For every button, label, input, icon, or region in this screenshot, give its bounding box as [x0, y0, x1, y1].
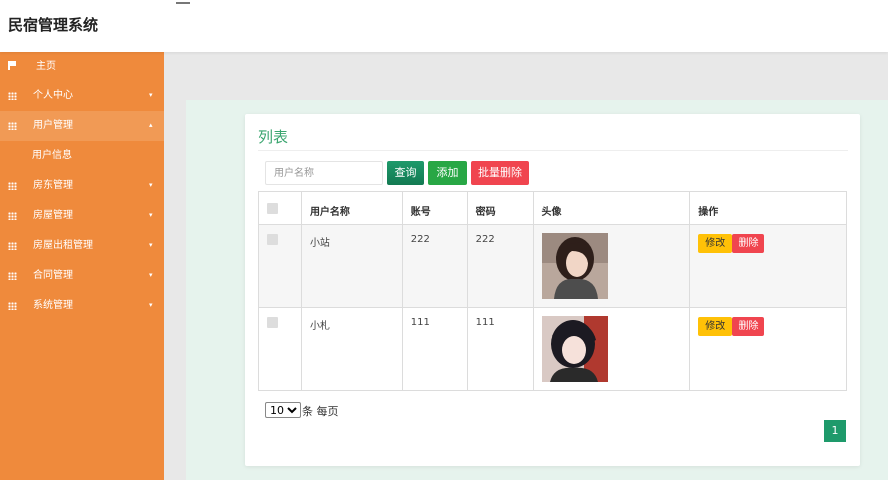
app-title: 民宿管理系统: [8, 16, 99, 34]
password-cell: 111: [466, 307, 534, 391]
delete-button[interactable]: 删除: [732, 317, 765, 336]
sidebar-subitem-user-info[interactable]: 用户信息: [0, 141, 164, 171]
sidebar-item-user-management[interactable]: 用户管理 ▴: [0, 111, 164, 141]
page-1-button[interactable]: 1: [824, 420, 846, 442]
search-input[interactable]: [265, 161, 383, 185]
user-name-cell: 小札: [300, 307, 403, 391]
add-button[interactable]: 添加: [428, 161, 467, 185]
account-cell: 111: [401, 307, 468, 391]
sidebar-item-label: 主页: [36, 61, 56, 72]
page-size-select[interactable]: 10: [265, 402, 301, 418]
grid-icon: [8, 171, 17, 201]
row-checkbox[interactable]: [267, 317, 278, 328]
actions-cell: 修改 删除: [689, 224, 847, 308]
sidebar-item-landlord-management[interactable]: 房东管理 ▾: [0, 171, 164, 201]
grid-icon: [8, 111, 17, 141]
query-button[interactable]: 查询: [387, 161, 424, 185]
sidebar-item-contract-management[interactable]: 合同管理 ▾: [0, 261, 164, 291]
page-size-label: 条 每页: [302, 405, 339, 418]
actions-cell: 修改 删除: [689, 307, 847, 391]
column-header: 头像: [532, 191, 691, 225]
sidebar-item-label: 系统管理: [33, 300, 73, 311]
caret-up-icon: ▴: [149, 121, 153, 129]
list-card: 列表 查询 添加 批量删除 用户名称 账号 密码 头像 操作 小站 222 22…: [245, 114, 860, 466]
row-select-cell: [258, 224, 302, 308]
table-row: 小站 222 222 修改 删除: [258, 224, 847, 308]
sidebar-item-label: 用户管理: [33, 120, 73, 131]
caret-down-icon: ▾: [149, 211, 153, 219]
sidebar-item-system-management[interactable]: 系统管理 ▾: [0, 291, 164, 321]
flag-icon: [8, 52, 16, 81]
table-row: 小札 111 111 修改 删除: [258, 307, 847, 391]
column-header: 操作: [689, 191, 847, 225]
select-all-cell: [258, 191, 302, 225]
account-cell: 222: [401, 224, 468, 308]
sidebar-item-rental-management[interactable]: 房屋出租管理 ▾: [0, 231, 164, 261]
avatar-cell: [532, 224, 691, 308]
batch-delete-button[interactable]: 批量删除: [471, 161, 529, 185]
caret-down-icon: ▾: [149, 91, 153, 99]
select-all-checkbox[interactable]: [267, 203, 278, 214]
table-header-row: 用户名称 账号 密码 头像 操作: [258, 191, 847, 225]
edit-button[interactable]: 修改: [698, 234, 733, 253]
sidebar-item-house-management[interactable]: 房屋管理 ▾: [0, 201, 164, 231]
grid-icon: [8, 261, 17, 291]
top-bar: 民宿管理系统: [0, 0, 888, 52]
menu-toggle-icon[interactable]: [176, 0, 190, 8]
row-select-cell: [258, 307, 302, 391]
grid-icon: [8, 231, 17, 261]
divider: [258, 150, 848, 151]
column-header: 账号: [401, 191, 468, 225]
grid-icon: [8, 81, 17, 111]
grid-icon: [8, 291, 17, 321]
caret-down-icon: ▾: [149, 301, 153, 309]
avatar: [541, 316, 608, 382]
sidebar-item-label: 房屋管理: [33, 210, 73, 221]
page-title: 列表: [258, 128, 289, 146]
user-table: 用户名称 账号 密码 头像 操作 小站 222 222 修改 删除 小札 111…: [258, 191, 847, 391]
edit-button[interactable]: 修改: [698, 317, 733, 336]
row-checkbox[interactable]: [267, 234, 278, 245]
caret-down-icon: ▾: [149, 271, 153, 279]
sidebar-item-personal-center[interactable]: 个人中心 ▾: [0, 81, 164, 111]
column-header: 用户名称: [300, 191, 403, 225]
sidebar-item-label: 个人中心: [33, 90, 73, 101]
sidebar-item-label: 房屋出租管理: [33, 240, 93, 251]
avatar-cell: [532, 307, 691, 391]
sidebar-item-label: 房东管理: [33, 180, 73, 191]
grid-icon: [8, 201, 17, 231]
sidebar-item-home[interactable]: 主页: [0, 52, 164, 81]
user-name-cell: 小站: [300, 224, 403, 308]
avatar: [541, 233, 608, 299]
caret-down-icon: ▾: [149, 181, 153, 189]
column-header: 密码: [466, 191, 534, 225]
delete-button[interactable]: 删除: [732, 234, 765, 253]
sidebar-item-label: 合同管理: [33, 270, 73, 281]
caret-down-icon: ▾: [149, 241, 153, 249]
password-cell: 222: [466, 224, 534, 308]
sidebar: 主页 个人中心 ▾ 用户管理 ▴ 用户信息 房东管理 ▾ 房屋管理 ▾ 房屋出租…: [0, 52, 164, 480]
